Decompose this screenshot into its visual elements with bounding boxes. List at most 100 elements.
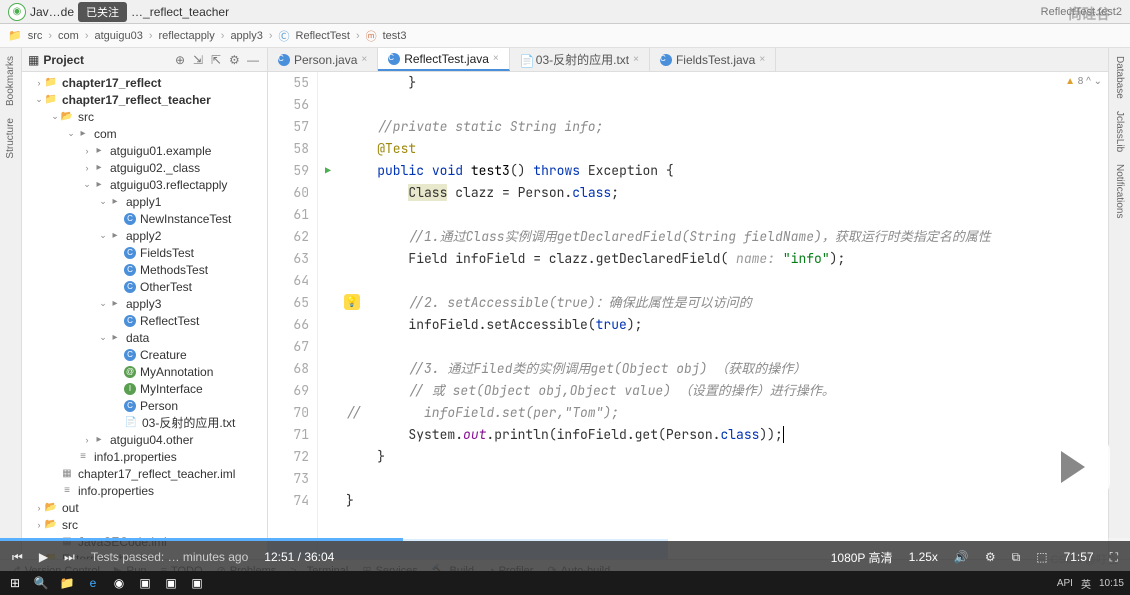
- video-progress-fill: [0, 538, 403, 541]
- project-panel-header: ▦ Project ⊕ ⇲ ⇱ ⚙ —: [22, 48, 267, 72]
- tree-item[interactable]: CMethodsTest: [22, 261, 267, 278]
- video-remaining: 71:57: [1064, 550, 1094, 564]
- search-icon[interactable]: 🔍: [32, 574, 50, 592]
- project-icon: ▦: [28, 53, 39, 67]
- code-text[interactable]: } //private static String info; @Test pu…: [338, 72, 1108, 559]
- project-tree[interactable]: ›📁chapter17_reflect⌄📁chapter17_reflect_t…: [22, 72, 267, 559]
- project-panel: ▦ Project ⊕ ⇲ ⇱ ⚙ — ›📁chapter17_reflect⌄…: [22, 48, 268, 559]
- breadcrumb[interactable]: 📁 src› com› atguigu03› reflectapply› app…: [0, 24, 1130, 48]
- editor-tab[interactable]: CReflectTest.java×: [378, 48, 510, 71]
- editor-tabs[interactable]: CPerson.java×CReflectTest.java×📄03-反射的应用…: [268, 48, 1108, 72]
- close-icon[interactable]: ×: [759, 54, 765, 65]
- video-progress-track[interactable]: [0, 538, 1130, 541]
- tree-item[interactable]: ▦chapter17_reflect_teacher.iml: [22, 465, 267, 482]
- app-icon[interactable]: ▣: [136, 574, 154, 592]
- breadcrumb-item[interactable]: ReflectTest: [296, 30, 350, 42]
- video-quality[interactable]: 1080P 高清: [831, 549, 893, 566]
- breadcrumb-item[interactable]: test3: [383, 30, 407, 42]
- left-tool-rail: Bookmarks Structure: [0, 48, 22, 559]
- edge-icon[interactable]: e: [84, 574, 102, 592]
- video-time: 12:51 / 36:04: [264, 550, 334, 564]
- settings-icon[interactable]: ⚙: [985, 550, 996, 564]
- settings-icon[interactable]: ⚙: [229, 53, 243, 67]
- intention-bulb-icon[interactable]: 💡: [344, 294, 360, 310]
- tree-item[interactable]: ⌄▸apply3: [22, 295, 267, 312]
- collapse-icon[interactable]: ⇱: [211, 53, 225, 67]
- tree-item[interactable]: ⌄📁chapter17_reflect_teacher: [22, 91, 267, 108]
- windows-taskbar[interactable]: ⊞ 🔍 📁 e ◉ ▣ ▣ ▣ API 英 10:15: [0, 571, 1130, 595]
- breadcrumb-item[interactable]: apply3: [230, 30, 262, 42]
- project-name-label: Jav…de: [30, 5, 74, 19]
- tree-item[interactable]: ›▸atguigu04.other: [22, 431, 267, 448]
- tree-item[interactable]: CCreature: [22, 346, 267, 363]
- tree-item[interactable]: ⌄▸atguigu03.reflectapply: [22, 176, 267, 193]
- tree-item[interactable]: CNewInstanceTest: [22, 210, 267, 227]
- right-tool-rail: Database JclassLib Notifications: [1108, 48, 1130, 559]
- tree-item[interactable]: 📄03-反射的应用.txt: [22, 414, 267, 431]
- class-icon: Ⓒ: [279, 28, 290, 44]
- tree-item[interactable]: ≡info1.properties: [22, 448, 267, 465]
- close-icon[interactable]: ×: [361, 54, 367, 65]
- tree-item[interactable]: CPerson: [22, 397, 267, 414]
- play-icon[interactable]: ▶: [39, 550, 48, 564]
- video-control-bar[interactable]: ⏮ ▶ ⏭ Tests passed: … minutes ago 12:51 …: [0, 541, 1130, 573]
- editor-tab[interactable]: CPerson.java×: [268, 48, 378, 71]
- tree-item[interactable]: ›▸atguigu01.example: [22, 142, 267, 159]
- app-icon[interactable]: ▣: [188, 574, 206, 592]
- close-icon[interactable]: ×: [633, 54, 639, 65]
- pip-icon[interactable]: ⧉: [1012, 550, 1021, 565]
- wide-icon[interactable]: ⬚: [1036, 550, 1047, 564]
- tree-item[interactable]: ›▸atguigu02._class: [22, 159, 267, 176]
- hide-icon[interactable]: —: [247, 53, 261, 67]
- expand-icon[interactable]: ⇲: [193, 53, 207, 67]
- test-status-overlay: Tests passed: … minutes ago: [91, 550, 248, 564]
- next-icon[interactable]: ⏭: [64, 550, 75, 565]
- chrome-icon[interactable]: ◉: [110, 574, 128, 592]
- video-speed[interactable]: 1.25x: [909, 550, 938, 564]
- tree-item[interactable]: IMyInterface: [22, 380, 267, 397]
- rail-notifications[interactable]: Notifications: [1114, 164, 1125, 218]
- volume-icon[interactable]: 🔊: [954, 550, 969, 564]
- code-area[interactable]: 5556575859606162636465666768697071727374…: [268, 72, 1108, 559]
- tree-item[interactable]: ⌄📂src: [22, 108, 267, 125]
- tree-item[interactable]: ›📁chapter17_reflect: [22, 74, 267, 91]
- rail-database[interactable]: Database: [1114, 56, 1125, 99]
- prev-icon[interactable]: ⏮: [12, 550, 23, 565]
- breadcrumb-item[interactable]: reflectapply: [159, 30, 215, 42]
- tree-item[interactable]: ≡info.properties: [22, 482, 267, 499]
- select-opened-icon[interactable]: ⊕: [175, 53, 189, 67]
- tree-item[interactable]: @MyAnnotation: [22, 363, 267, 380]
- run-gutter[interactable]: ▶: [318, 72, 338, 559]
- breadcrumb-item[interactable]: com: [58, 30, 79, 42]
- breadcrumb-item[interactable]: atguigu03: [95, 30, 143, 42]
- rail-jclasslib[interactable]: JclassLib: [1114, 111, 1125, 152]
- tree-item[interactable]: ›📂out: [22, 499, 267, 516]
- watermark-top: 尚硅谷: [1068, 4, 1110, 24]
- tree-item[interactable]: COtherTest: [22, 278, 267, 295]
- tree-item[interactable]: CFieldsTest: [22, 244, 267, 261]
- breadcrumb-item[interactable]: src: [28, 30, 43, 42]
- start-icon[interactable]: ⊞: [6, 574, 24, 592]
- explorer-icon[interactable]: 📁: [58, 574, 76, 592]
- rail-bookmarks[interactable]: Bookmarks: [5, 56, 16, 106]
- taskbar-ime[interactable]: 英: [1081, 576, 1091, 591]
- tree-item[interactable]: ›📂src: [22, 516, 267, 533]
- app-icon[interactable]: ▣: [162, 574, 180, 592]
- editor-tab[interactable]: 📄03-反射的应用.txt×: [510, 48, 650, 71]
- close-icon[interactable]: ×: [493, 53, 499, 64]
- fullscreen-icon[interactable]: ⛶: [1110, 550, 1118, 565]
- tree-item[interactable]: ⌄▸data: [22, 329, 267, 346]
- taskbar-api: API: [1057, 578, 1073, 589]
- editor: CPerson.java×CReflectTest.java×📄03-反射的应用…: [268, 48, 1108, 559]
- play-overlay-button[interactable]: [1030, 439, 1110, 495]
- tree-item[interactable]: CReflectTest: [22, 312, 267, 329]
- folder-icon: 📁: [8, 29, 22, 42]
- rail-structure[interactable]: Structure: [5, 118, 16, 159]
- method-icon: ⓜ: [366, 28, 377, 44]
- tree-item[interactable]: ⌄▸com: [22, 125, 267, 142]
- tree-item[interactable]: ⌄▸apply1: [22, 193, 267, 210]
- editor-tab[interactable]: CFieldsTest.java×: [650, 48, 776, 71]
- tree-item[interactable]: ⌄▸apply2: [22, 227, 267, 244]
- app-logo-icon: ◉: [8, 3, 26, 21]
- play-icon: [1061, 451, 1085, 483]
